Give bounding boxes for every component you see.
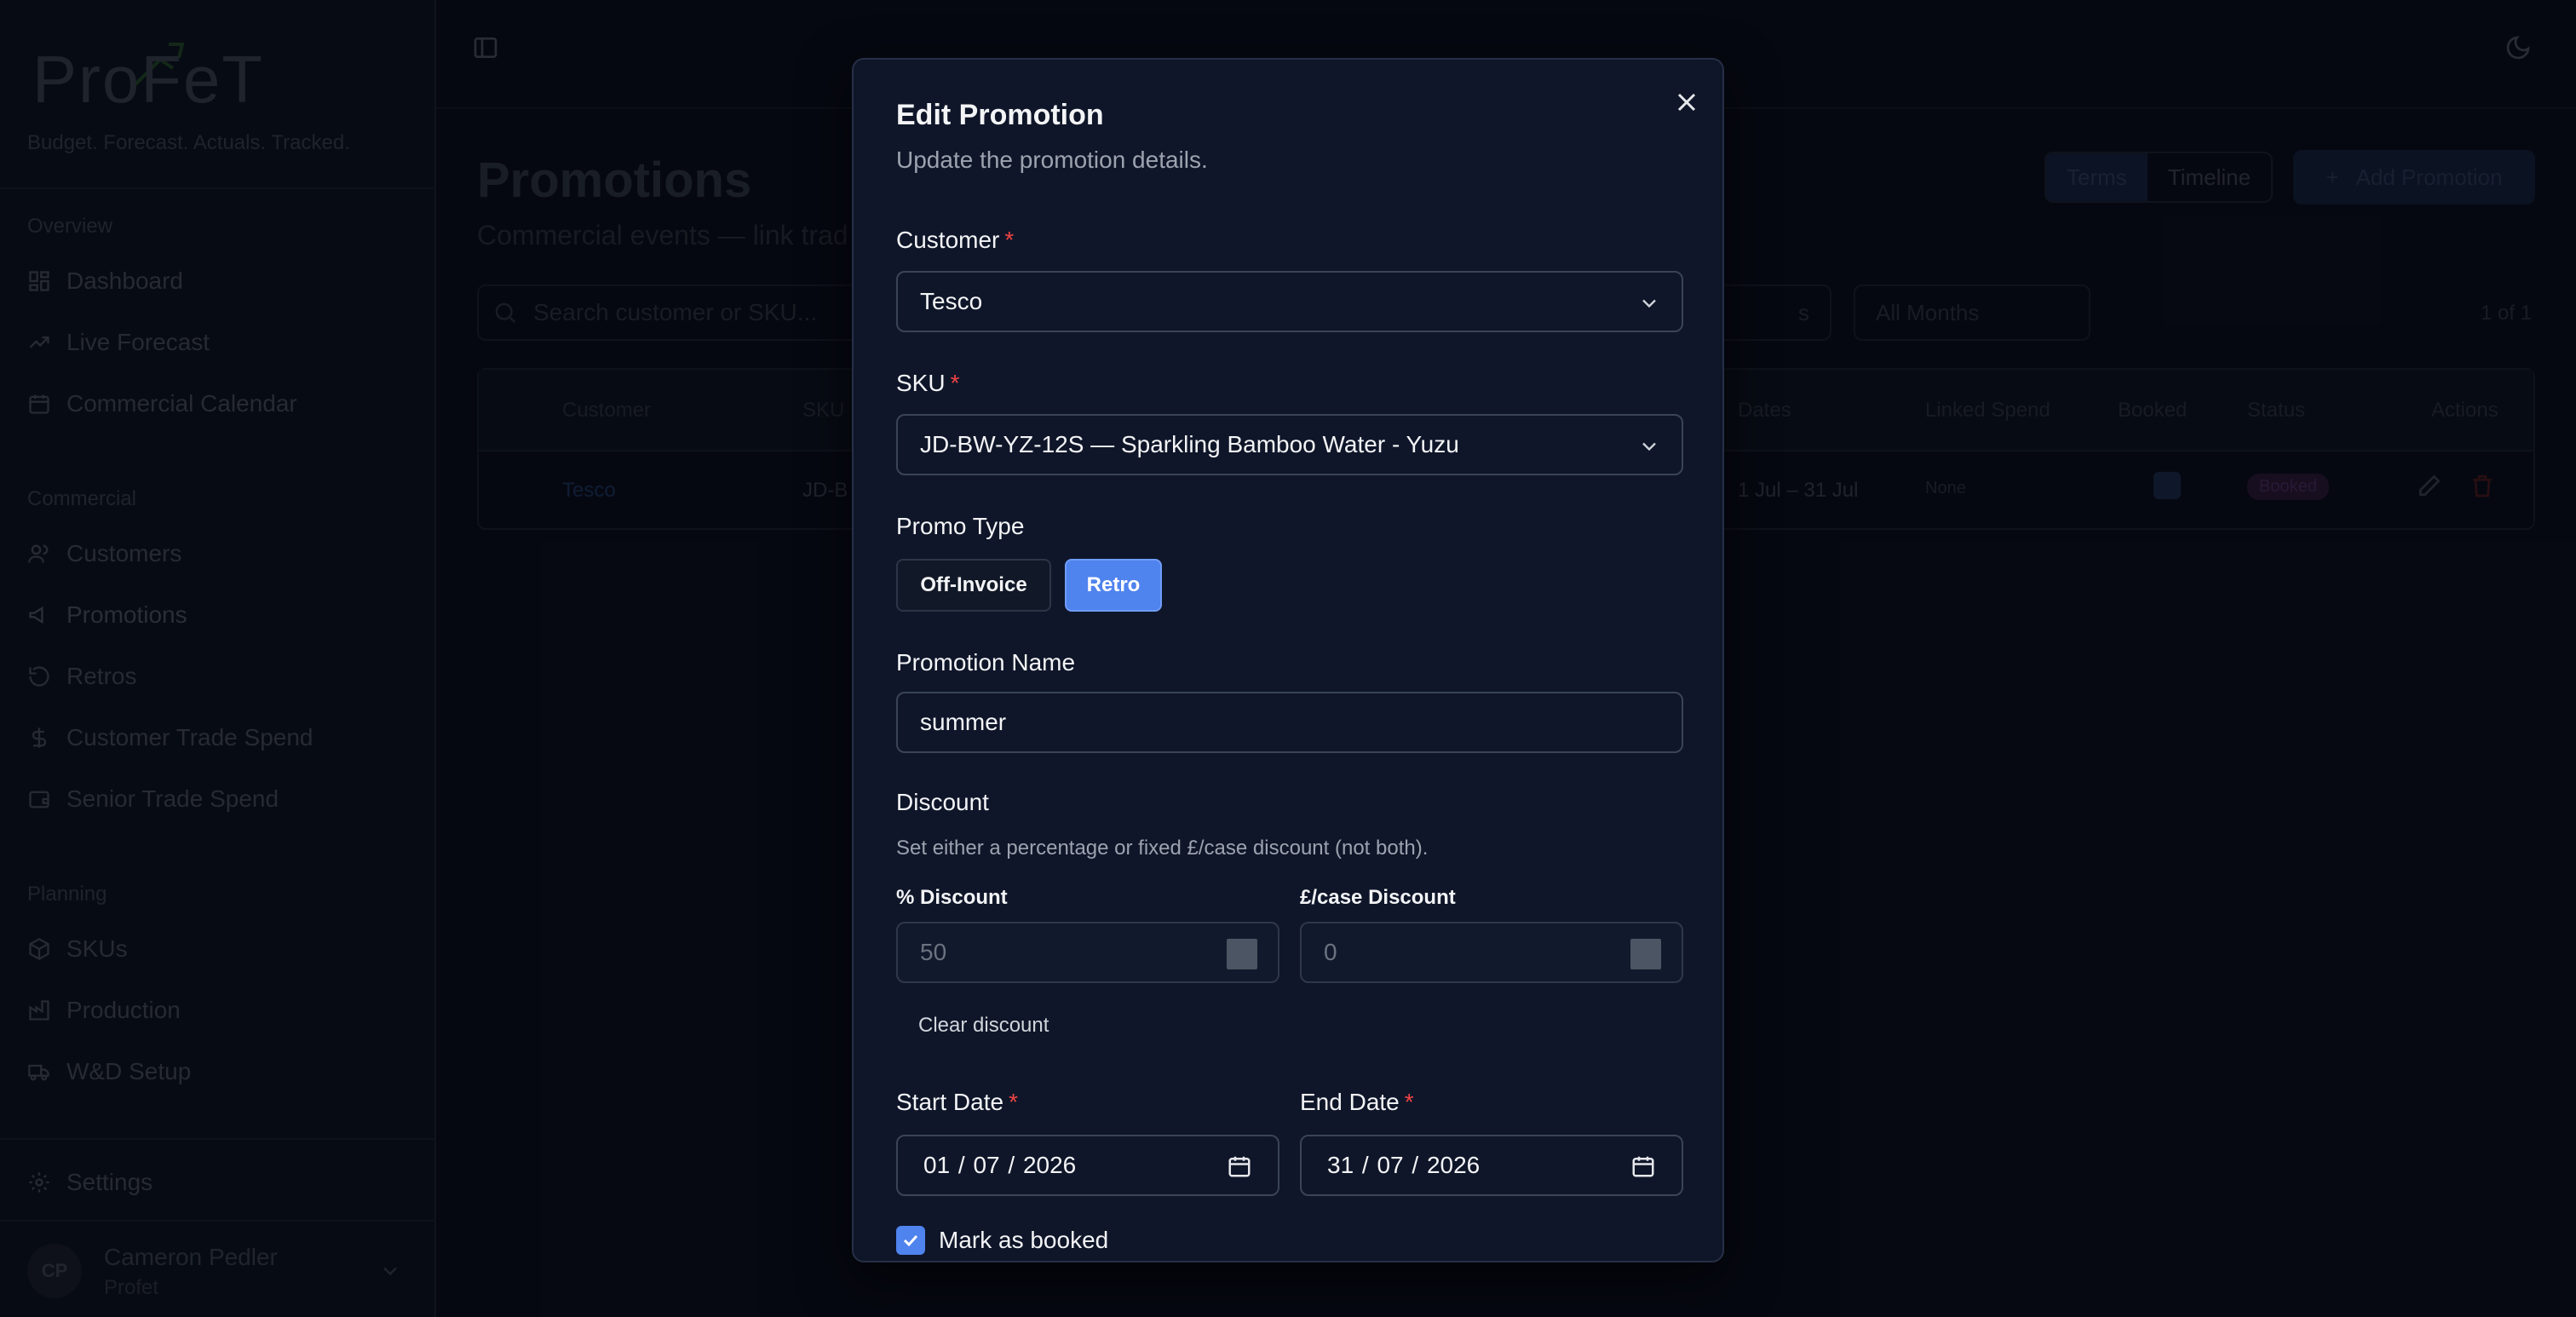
number-stepper[interactable]	[1630, 939, 1661, 969]
required-marker: *	[1404, 1089, 1414, 1115]
case-discount-label: £/case Discount	[1300, 886, 1456, 909]
sku-select-value: JD-BW-YZ-12S — Sparkling Bamboo Water - …	[920, 431, 1459, 457]
case-discount-input[interactable]: 0	[1300, 922, 1683, 983]
customer-select[interactable]: Tesco	[896, 271, 1683, 332]
required-marker: *	[950, 370, 960, 396]
sku-select[interactable]: JD-BW-YZ-12S — Sparkling Bamboo Water - …	[896, 414, 1683, 475]
promo-type-label: Promo Type	[896, 513, 1025, 539]
customer-select-value: Tesco	[920, 288, 983, 314]
check-icon	[903, 1234, 918, 1247]
end-date-input[interactable]: 31 / 07 / 2026	[1300, 1135, 1683, 1196]
required-marker: *	[1004, 227, 1015, 253]
percent-discount-value: 50	[920, 939, 947, 965]
case-discount-value: 0	[1324, 939, 1337, 965]
discount-help-text: Set either a percentage or fixed £/case …	[896, 837, 1429, 860]
promo-type-off-invoice-button[interactable]: Off-Invoice	[896, 559, 1051, 612]
end-date-value: 31 / 07 / 2026	[1327, 1152, 1481, 1178]
promotion-name-label: Promotion Name	[896, 649, 1076, 676]
percent-discount-label: % Discount	[896, 886, 1008, 909]
mark-booked-label: Mark as booked	[939, 1227, 1109, 1253]
mark-booked-row[interactable]: Mark as booked	[896, 1223, 1108, 1257]
customer-label: Customer *	[896, 227, 1015, 253]
start-date-label: Start Date *	[896, 1089, 1018, 1115]
calendar-icon[interactable]	[1630, 1153, 1656, 1179]
end-date-label: End Date *	[1300, 1089, 1414, 1115]
chevron-down-icon	[1642, 442, 1656, 451]
mark-booked-checkbox[interactable]	[896, 1226, 925, 1255]
start-date-value: 01 / 07 / 2026	[923, 1152, 1077, 1178]
required-marker: *	[1009, 1089, 1018, 1115]
discount-label: Discount	[896, 789, 989, 815]
calendar-icon[interactable]	[1227, 1153, 1252, 1179]
percent-discount-input[interactable]: 50	[896, 922, 1279, 983]
promo-type-retro-button[interactable]: Retro	[1065, 559, 1162, 612]
sku-label: SKU *	[896, 370, 960, 396]
dialog-title: Edit Promotion	[896, 99, 1104, 131]
edit-promotion-dialog: Edit Promotion Update the promotion deta…	[852, 58, 1724, 1262]
clear-discount-button[interactable]: Clear discount	[918, 1014, 1049, 1038]
chevron-down-icon	[1642, 299, 1656, 308]
promotion-name-input[interactable]: summer	[896, 692, 1683, 753]
dialog-subtitle: Update the promotion details.	[896, 147, 1208, 173]
close-icon[interactable]	[1671, 87, 1702, 118]
start-date-input[interactable]: 01 / 07 / 2026	[896, 1135, 1279, 1196]
number-stepper[interactable]	[1227, 939, 1257, 969]
